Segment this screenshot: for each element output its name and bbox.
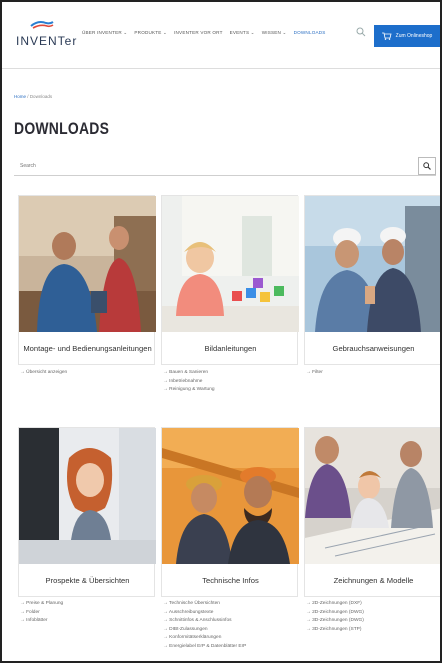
browser-viewport: INVENTer ÜBER INVENTER ⌄ PRODUKTE ⌄ INVE… bbox=[0, 0, 442, 663]
card-links-technische-infos: → Technische Übersichten → Ausschreibung… bbox=[163, 600, 300, 651]
search-submit-button[interactable] bbox=[418, 157, 436, 175]
nav-item-ueber-inventer[interactable]: ÜBER INVENTER ⌄ bbox=[82, 30, 127, 36]
nav-item-events[interactable]: EVENTS ⌄ bbox=[230, 30, 255, 36]
cart-icon bbox=[381, 32, 392, 40]
download-search bbox=[14, 157, 436, 176]
card-image-prospekte bbox=[19, 428, 156, 564]
card-image-montage bbox=[19, 196, 156, 332]
card-zeichnungen[interactable]: Zeichnungen & Modelle bbox=[304, 427, 440, 598]
header-search-button[interactable] bbox=[356, 27, 366, 37]
card-title-prospekte[interactable]: Prospekte & Übersichten bbox=[19, 564, 156, 598]
link-uebersicht-anzeigen[interactable]: → Übersicht anzeigen bbox=[20, 369, 157, 378]
logo-wave-icon bbox=[30, 21, 54, 29]
card-technische-infos[interactable]: Technische Infos bbox=[161, 427, 299, 598]
card-prospekte[interactable]: Prospekte & Übersichten bbox=[18, 427, 156, 598]
link-2d-dwg[interactable]: → 2D-Zeichnungen (DWG) bbox=[306, 609, 440, 618]
link-ausschreibungstexte[interactable]: → Ausschreibungstexte bbox=[163, 609, 300, 618]
nav-item-wissen[interactable]: WISSEN ⌄ bbox=[262, 30, 287, 36]
search-input[interactable] bbox=[14, 157, 414, 175]
link-dibt-zulassungen[interactable]: → DIBt-Zulassungen bbox=[163, 626, 300, 635]
logo-text: INVENTer bbox=[16, 34, 78, 48]
card-montage[interactable]: Montage- und Bedienungsanleitungen bbox=[18, 195, 156, 366]
link-infoblaetter[interactable]: → Infoblätter bbox=[20, 617, 157, 626]
breadcrumb-current: Downloads bbox=[29, 94, 53, 99]
link-2d-dxf[interactable]: → 2D-Zeichnungen (DXF) bbox=[306, 600, 440, 609]
link-preise-planung[interactable]: → Preise & Planung bbox=[20, 600, 157, 609]
nav-item-inventer-vor-ort[interactable]: INVENTER VOR ORT bbox=[174, 30, 223, 36]
card-gebrauchsanweisungen[interactable]: Gebrauchsanweisungen bbox=[304, 195, 440, 366]
link-3d-stp[interactable]: → 3D-Zeichnungen (STP) bbox=[306, 626, 440, 635]
online-shop-label: Zum Onlineshop bbox=[395, 33, 433, 39]
site-header: INVENTer ÜBER INVENTER ⌄ PRODUKTE ⌄ INVE… bbox=[2, 2, 440, 64]
link-konformitaetserklaerungen[interactable]: → Konformitätserklärungen bbox=[163, 634, 300, 643]
card-image-technische-infos bbox=[162, 428, 299, 564]
link-reinigung-wartung[interactable]: → Reinigung & Wartung bbox=[163, 386, 300, 395]
link-3d-dwg[interactable]: → 3D-Zeichnungen (DWG) bbox=[306, 617, 440, 626]
card-title-montage[interactable]: Montage- und Bedienungsanleitungen bbox=[19, 332, 156, 366]
card-bildanleitungen[interactable]: Bildanleitungen bbox=[161, 195, 299, 366]
online-shop-button[interactable]: Zum Onlineshop bbox=[374, 25, 440, 47]
nav-item-downloads[interactable]: DOWNLOADS bbox=[294, 30, 326, 36]
link-folder[interactable]: → Folder bbox=[20, 609, 157, 618]
link-bauen-sanieren[interactable]: → Bauen & Sanieren bbox=[163, 369, 300, 378]
card-links-montage: → Übersicht anzeigen bbox=[20, 369, 157, 378]
card-image-zeichnungen bbox=[305, 428, 440, 564]
card-links-zeichnungen: → 2D-Zeichnungen (DXF) → 2D-Zeichnungen … bbox=[306, 600, 440, 635]
page-title: DOWNLOADS bbox=[14, 119, 110, 138]
breadcrumb: Home / Downloads bbox=[14, 94, 52, 99]
card-title-gebrauchsanweisungen[interactable]: Gebrauchsanweisungen bbox=[305, 332, 440, 366]
breadcrumb-home[interactable]: Home bbox=[14, 94, 26, 99]
card-image-gebrauchsanweisungen bbox=[305, 196, 440, 332]
link-schnittinfos[interactable]: → Schnittinfos & Anschlussinfos bbox=[163, 617, 300, 626]
card-title-zeichnungen[interactable]: Zeichnungen & Modelle bbox=[305, 564, 440, 598]
card-title-bildanleitungen[interactable]: Bildanleitungen bbox=[162, 332, 299, 366]
link-technische-uebersichten[interactable]: → Technische Übersichten bbox=[163, 600, 300, 609]
inventer-logo[interactable]: INVENTer bbox=[16, 20, 76, 50]
search-icon bbox=[356, 27, 366, 37]
link-inbetriebnahme[interactable]: → Inbetriebnahme bbox=[163, 378, 300, 387]
card-links-gebrauchsanweisungen: → Filter bbox=[306, 369, 440, 378]
nav-item-produkte[interactable]: PRODUKTE ⌄ bbox=[134, 30, 167, 36]
link-energielabel[interactable]: → Energielabel ErP & Datenblätter ErP bbox=[163, 643, 300, 652]
card-links-prospekte: → Preise & Planung → Folder → Infoblätte… bbox=[20, 600, 157, 626]
search-icon bbox=[423, 162, 431, 170]
card-links-bildanleitungen: → Bauen & Sanieren → Inbetriebnahme → Re… bbox=[163, 369, 300, 395]
link-filter[interactable]: → Filter bbox=[306, 369, 440, 378]
header-divider bbox=[2, 68, 440, 69]
card-title-technische-infos[interactable]: Technische Infos bbox=[162, 564, 299, 598]
main-nav: ÜBER INVENTER ⌄ PRODUKTE ⌄ INVENTER VOR … bbox=[82, 30, 326, 36]
card-image-bildanleitungen bbox=[162, 196, 299, 332]
breadcrumb-separator: / bbox=[27, 94, 29, 99]
